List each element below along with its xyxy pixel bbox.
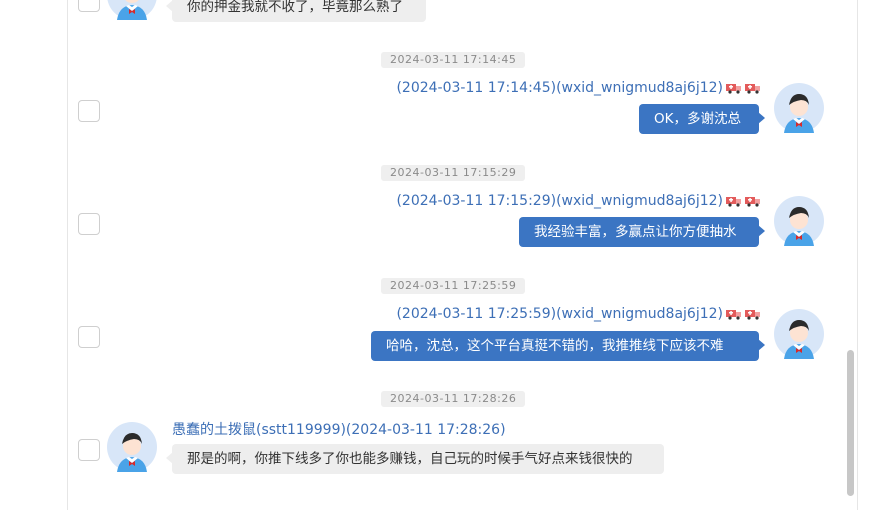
sender-header: (2024-03-11 17:14:45)(wxid_wnigmud8aj6j1…	[396, 80, 723, 96]
message-bubble[interactable]: 我经验丰富，多赢点让你方便抽水	[519, 217, 765, 247]
sender-info: (2024-03-11 17:14:45)(wxid_wnigmud8aj6j1…	[396, 80, 761, 96]
sender-info: (2024-03-11 17:15:29)(wxid_wnigmud8aj6j1…	[396, 193, 761, 209]
message-timestamp: 2024-03-11 17:14:45	[381, 52, 526, 68]
message-select-checkbox[interactable]	[78, 326, 100, 348]
message-bubble[interactable]: 那是的啊，你推下线多了你也能多赚钱，自己玩的时候手气好点来钱很快的	[166, 444, 664, 474]
delivery-truck-icon	[726, 310, 741, 320]
delivery-truck-icon	[726, 84, 741, 94]
delivery-truck-icon	[745, 197, 760, 207]
message-select-checkbox[interactable]	[78, 100, 100, 122]
delivery-truck-icon	[745, 310, 760, 320]
contact-avatar[interactable]	[107, 0, 157, 20]
message-timestamp: 2024-03-11 17:28:26	[381, 391, 526, 407]
delivery-truck-icon	[726, 197, 741, 207]
sender-header: (2024-03-11 17:15:29)(wxid_wnigmud8aj6j1…	[396, 193, 723, 209]
user-avatar-icon	[107, 0, 157, 20]
delivery-truck-icon	[745, 84, 760, 94]
message-select-checkbox[interactable]	[78, 213, 100, 235]
self-avatar[interactable]	[774, 196, 824, 246]
user-avatar-icon	[774, 196, 824, 246]
self-avatar[interactable]	[774, 309, 824, 359]
message-timestamp: 2024-03-11 17:25:59	[381, 278, 526, 294]
user-avatar-icon	[107, 422, 157, 472]
contact-avatar[interactable]	[107, 422, 157, 472]
message-select-checkbox[interactable]	[78, 0, 100, 12]
message-bubble[interactable]: 你的押金我就不收了，毕竟那么熟了	[166, 0, 426, 22]
scrollbar-thumb[interactable]	[847, 350, 854, 496]
message-select-checkbox[interactable]	[78, 439, 100, 461]
user-avatar-icon	[774, 83, 824, 133]
sender-header: 愚蠢的土拨鼠(sstt119999)(2024-03-11 17:28:26)	[172, 422, 506, 438]
sender-info: (2024-03-11 17:25:59)(wxid_wnigmud8aj6j1…	[396, 306, 761, 322]
sender-header: (2024-03-11 17:25:59)(wxid_wnigmud8aj6j1…	[396, 306, 723, 322]
self-avatar[interactable]	[774, 83, 824, 133]
message-timestamp: 2024-03-11 17:15:29	[381, 165, 526, 181]
message-bubble[interactable]: 哈哈，沈总，这个平台真挺不错的，我推推线下应该不难	[371, 331, 765, 361]
user-avatar-icon	[774, 309, 824, 359]
message-bubble[interactable]: OK，多谢沈总	[639, 104, 765, 134]
